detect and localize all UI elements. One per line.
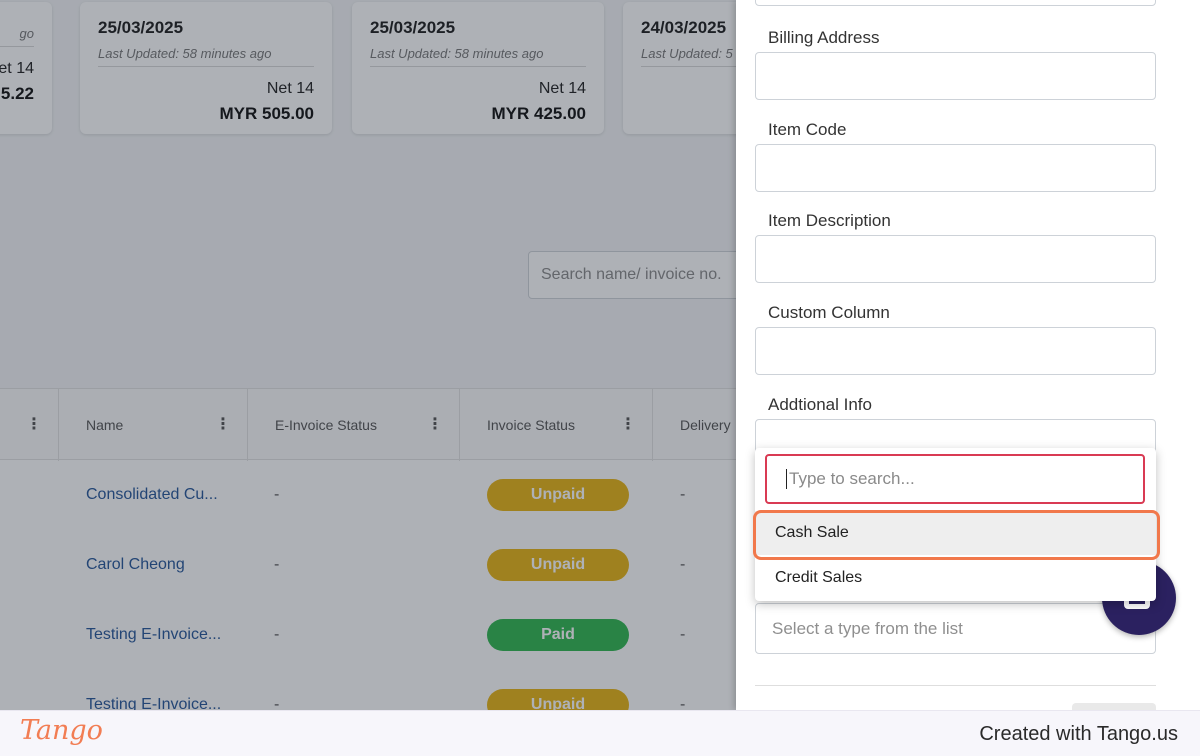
invoice-app: go et 14 5.22 25/03/2025 Last Updated: 5… <box>0 0 1200 710</box>
item-description-input[interactable] <box>755 235 1156 283</box>
action-button[interactable] <box>1072 703 1156 710</box>
text-field[interactable] <box>755 0 1156 6</box>
dropdown-option-credit-sales[interactable]: Credit Sales <box>755 556 1156 600</box>
field-label: Billing Address <box>768 28 880 47</box>
type-select[interactable]: Select a type from the list <box>755 603 1156 654</box>
field-label: Addtional Info <box>768 395 872 414</box>
dropdown-search-field[interactable] <box>765 454 1145 504</box>
select-placeholder: Select a type from the list <box>772 618 963 638</box>
footer-credit: Created with Tango.us <box>979 723 1178 745</box>
tango-footer: Tango Created with Tango.us <box>0 710 1200 756</box>
dropdown-search-input[interactable] <box>789 469 1109 489</box>
click-highlight-outline <box>753 510 1160 560</box>
tango-logo: Tango <box>20 715 103 746</box>
item-code-input[interactable] <box>755 144 1156 192</box>
field-label: Custom Column <box>768 303 890 322</box>
text-caret <box>786 469 787 489</box>
divider <box>755 685 1156 686</box>
custom-column-input[interactable] <box>755 327 1156 375</box>
field-label: Item Description <box>768 211 891 230</box>
billing-address-input[interactable] <box>755 52 1156 100</box>
field-label: Item Code <box>768 120 847 139</box>
type-dropdown-menu: Cash Sale Credit Sales <box>753 448 1160 601</box>
invoice-filter-panel: Billing Address Item Code Item Descripti… <box>736 0 1200 710</box>
